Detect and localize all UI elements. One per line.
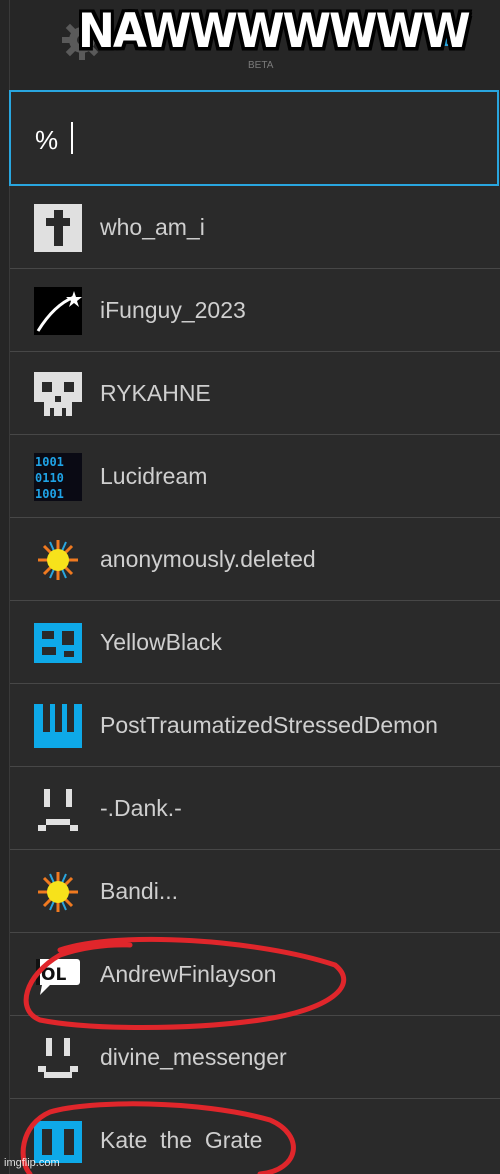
user-name: divine_messenger [100, 1044, 287, 1070]
user-row-anonymously-deleted[interactable]: anonymously.deleted [10, 518, 500, 601]
user-name: AndrewFinlayson [100, 961, 277, 987]
user-name: iFunguy_2023 [100, 297, 246, 323]
user-row-posttraumatizedstresseddemon[interactable]: PostTraumatizedStressedDemon [10, 684, 500, 767]
skull-icon [34, 372, 82, 416]
user-row-ifunguy-2023[interactable]: iFunguy_2023 [10, 269, 500, 352]
cross-icon [34, 204, 82, 252]
swirl-glyph-icon [34, 623, 82, 663]
user-name: Lucidream [100, 463, 208, 489]
sun-icon [38, 540, 78, 580]
meme-caption: NAWWWWWWW [78, 4, 471, 60]
beta-label: BETA [248, 60, 274, 71]
binary-code-icon: 1001 0110 1001 [34, 453, 82, 501]
user-picker-screen: CEL BETA NAWWWWWWW who_am_i iFunguy_2023 [0, 0, 500, 1174]
user-name: YellowBlack [100, 629, 222, 655]
user-row-lucidream[interactable]: 1001 0110 1001 Lucidream [10, 435, 500, 518]
user-name: Kate the Grate [100, 1127, 263, 1153]
user-row-divine-messenger[interactable]: divine_messenger [10, 1016, 500, 1099]
user-row-kate-the-grate[interactable]: Kate the Grate [10, 1099, 500, 1174]
svg-text:1001: 1001 [35, 455, 64, 469]
user-name: -.Dank.- [100, 795, 182, 821]
user-row-yellowblack[interactable]: YellowBlack [10, 601, 500, 684]
search-input[interactable] [35, 122, 455, 158]
castle-glyph-icon [34, 704, 82, 748]
user-row-rykahne[interactable]: RYKAHNE [10, 352, 500, 435]
user-row-bandi[interactable]: Bandi... [10, 850, 500, 933]
sad-face-icon [38, 789, 78, 831]
sun-icon [38, 872, 78, 912]
svg-text:1001: 1001 [35, 487, 64, 501]
imgflip-watermark: imgflip.com [4, 1157, 60, 1169]
svg-text:OL: OL [41, 965, 66, 985]
text-caret [71, 122, 73, 154]
user-name: RYKAHNE [100, 380, 211, 406]
user-name: Bandi... [100, 878, 178, 904]
user-row-andrewfinlayson[interactable]: OL AndrewFinlayson [10, 933, 500, 1016]
user-name: who_am_i [100, 214, 205, 240]
user-row-dank[interactable]: -.Dank.- [10, 767, 500, 850]
user-name: PostTraumatizedStressedDemon [100, 712, 438, 738]
search-box[interactable] [9, 90, 499, 186]
smile-face-icon [38, 1038, 78, 1078]
user-row-who-am-i[interactable]: who_am_i [10, 186, 500, 269]
shooting-star-icon [34, 287, 82, 335]
user-name: anonymously.deleted [100, 546, 316, 572]
lol-speech-bubble-icon: OL [36, 959, 80, 995]
user-list: who_am_i iFunguy_2023 RYKAHNE 1001 0110 … [10, 186, 500, 1174]
svg-text:0110: 0110 [35, 471, 64, 485]
